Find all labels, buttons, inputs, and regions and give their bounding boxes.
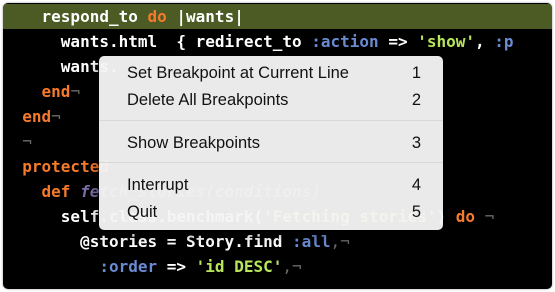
code-token: :action	[311, 32, 379, 51]
code-line-current[interactable]: respond_to do |wants|	[3, 4, 552, 29]
newline-marker: ¬	[51, 107, 61, 126]
context-menu: Set Breakpoint at Current Line 1 Delete Al…	[99, 56, 443, 230]
menu-item-shortcut: 2	[411, 91, 421, 109]
newline-marker: ¬	[70, 82, 81, 101]
code-token: |wants|	[166, 7, 244, 26]
menu-separator	[99, 162, 443, 163]
code-token: do	[147, 7, 167, 26]
code-token: :all	[291, 232, 331, 251]
code-token: ,	[475, 32, 495, 51]
delete-breakpoints-item[interactable]: Delete All Breakpoints 2	[99, 87, 443, 113]
code-token: wants.html { redirect_to	[3, 32, 312, 51]
newline-marker: ,¬	[282, 257, 302, 276]
code-token: def	[3, 182, 81, 201]
menu-separator	[99, 120, 443, 121]
interrupt-item[interactable]: Interrupt 4	[99, 172, 443, 198]
code-token: 'show'	[417, 32, 476, 51]
menu-item-shortcut: 1	[411, 64, 421, 82]
quit-item[interactable]: Quit 5	[99, 199, 443, 225]
terminal-window: respond_to do |wants| wants.html { redir…	[3, 3, 552, 289]
code-token: :order	[99, 257, 158, 276]
menu-item-shortcut: 4	[411, 176, 421, 194]
code-token: =>	[378, 32, 418, 51]
menu-item-label: Interrupt	[127, 176, 189, 194]
code-token: protected	[3, 157, 109, 176]
show-breakpoints-item[interactable]: Show Breakpoints 3	[99, 130, 443, 156]
newline-marker: ¬	[475, 207, 495, 226]
menu-item-label: Show Breakpoints	[127, 134, 260, 152]
code-token: end	[3, 82, 71, 101]
code-token: @stories = Story.find	[3, 232, 292, 251]
code-token: =>	[157, 257, 196, 276]
set-breakpoint-item[interactable]: Set Breakpoint at Current Line 1	[99, 60, 443, 86]
code-token: :p	[494, 32, 514, 51]
code-token: do	[455, 207, 476, 226]
code-line[interactable]: @stories = Story.find :all,¬	[3, 229, 552, 254]
newline-marker: ,¬	[330, 232, 350, 251]
code-token: respond_to	[3, 7, 148, 26]
newline-marker: ¬	[3, 132, 32, 151]
menu-item-shortcut: 3	[411, 134, 421, 152]
code-token: end	[3, 107, 52, 126]
menu-item-label: Delete All Breakpoints	[127, 91, 289, 109]
code-line[interactable]: wants.html { redirect_to :action => 'sho…	[3, 29, 552, 54]
menu-item-shortcut: 5	[411, 203, 421, 221]
code-token: 'id DESC'	[195, 257, 283, 276]
code-line[interactable]: :order => 'id DESC',¬	[3, 254, 552, 279]
menu-item-label: Set Breakpoint at Current Line	[127, 64, 349, 82]
menu-item-label: Quit	[127, 203, 158, 221]
